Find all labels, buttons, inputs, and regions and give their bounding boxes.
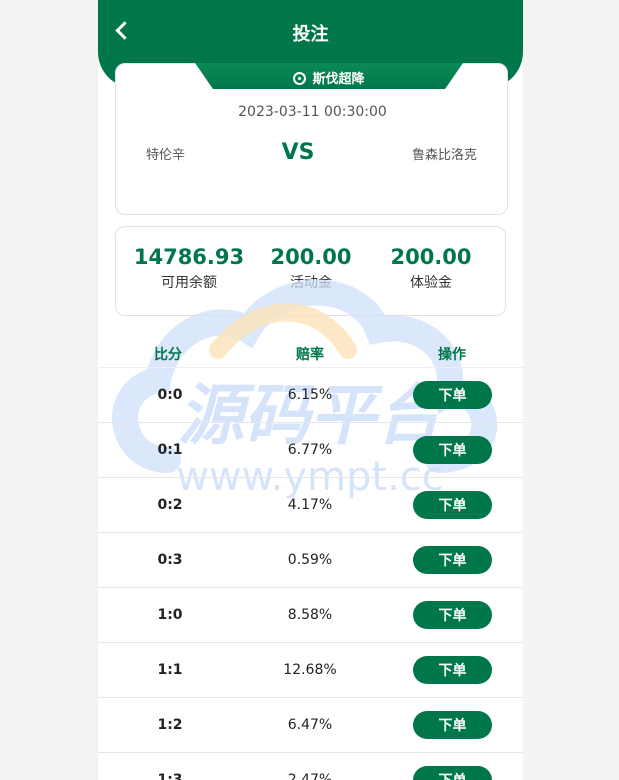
league-tab: 斯伐超降 [195,63,463,91]
balance-label: 可用余额 [161,275,217,291]
balance-trial: 200.00 体验金 [366,245,496,292]
odds-cell: 0.59% [287,552,333,568]
score-cell: 1:0 [157,607,183,623]
table-header: 比分 赔率 操作 [98,340,523,368]
table-row: 0:1 6.77% 下单 [98,423,523,478]
place-bet-button[interactable]: 下单 [413,491,492,519]
balance-value: 14786.93 [133,245,245,269]
score-cell: 0:1 [157,442,183,458]
balance-label: 体验金 [410,275,452,291]
header-action: 操作 [438,347,466,363]
place-bet-button[interactable]: 下单 [413,601,492,629]
away-team: 鲁森比洛克 [411,148,477,163]
odds-cell: 8.58% [287,607,333,623]
match-time: 2023-03-11 00:30:00 [238,104,387,120]
balance-label: 活动金 [290,275,332,291]
odds-cell: 4.17% [287,497,333,513]
odds-cell: 12.68% [283,662,337,678]
soccer-ball-icon [293,72,307,85]
score-cell: 1:1 [157,662,183,678]
odds-cell: 6.77% [287,442,333,458]
table-row: 0:2 4.17% 下单 [98,478,523,533]
odds-cell: 6.47% [287,717,333,733]
place-bet-button[interactable]: 下单 [413,656,492,684]
place-bet-button[interactable]: 下单 [413,381,492,409]
balance-value: 200.00 [270,245,352,269]
odds-cell: 6.15% [287,387,333,403]
table-row: 0:3 0.59% 下单 [98,533,523,588]
score-cell: 0:3 [157,552,183,568]
table-row: 1:0 8.58% 下单 [98,588,523,643]
table-row: 0:0 6.15% 下单 [98,368,523,423]
header-odds: 赔率 [296,347,324,363]
balance-value: 200.00 [390,245,472,269]
table-row: 1:2 6.47% 下单 [98,698,523,753]
header-score: 比分 [154,347,182,363]
score-cell: 0:2 [157,497,183,513]
place-bet-button[interactable]: 下单 [413,546,492,574]
table-row: 1:1 12.68% 下单 [98,643,523,698]
place-bet-button[interactable]: 下单 [413,711,492,739]
score-cell: 1:2 [157,717,183,733]
score-cell: 1:3 [157,772,183,780]
table-row: 1:3 2.47% 下单 [98,753,523,780]
match-card: 斯伐超降 2023-03-11 00:30:00 特伦辛 VS 鲁森比洛克 [115,63,508,215]
app-screen: 投注 斯伐超降 2023-03-11 00:30:00 特伦辛 VS 鲁森比洛克 [98,0,523,780]
league-name: 斯伐超降 [312,72,365,87]
place-bet-button[interactable]: 下单 [413,766,492,780]
balance-available: 14786.93 可用余额 [124,245,254,292]
balance-activity: 200.00 活动金 [246,245,376,292]
page-title: 投注 [292,24,329,45]
score-cell: 0:0 [157,387,183,403]
balance-card: 14786.93 可用余额 200.00 活动金 200.00 体验金 [115,226,506,316]
place-bet-button[interactable]: 下单 [413,436,492,464]
odds-cell: 2.47% [287,772,333,780]
